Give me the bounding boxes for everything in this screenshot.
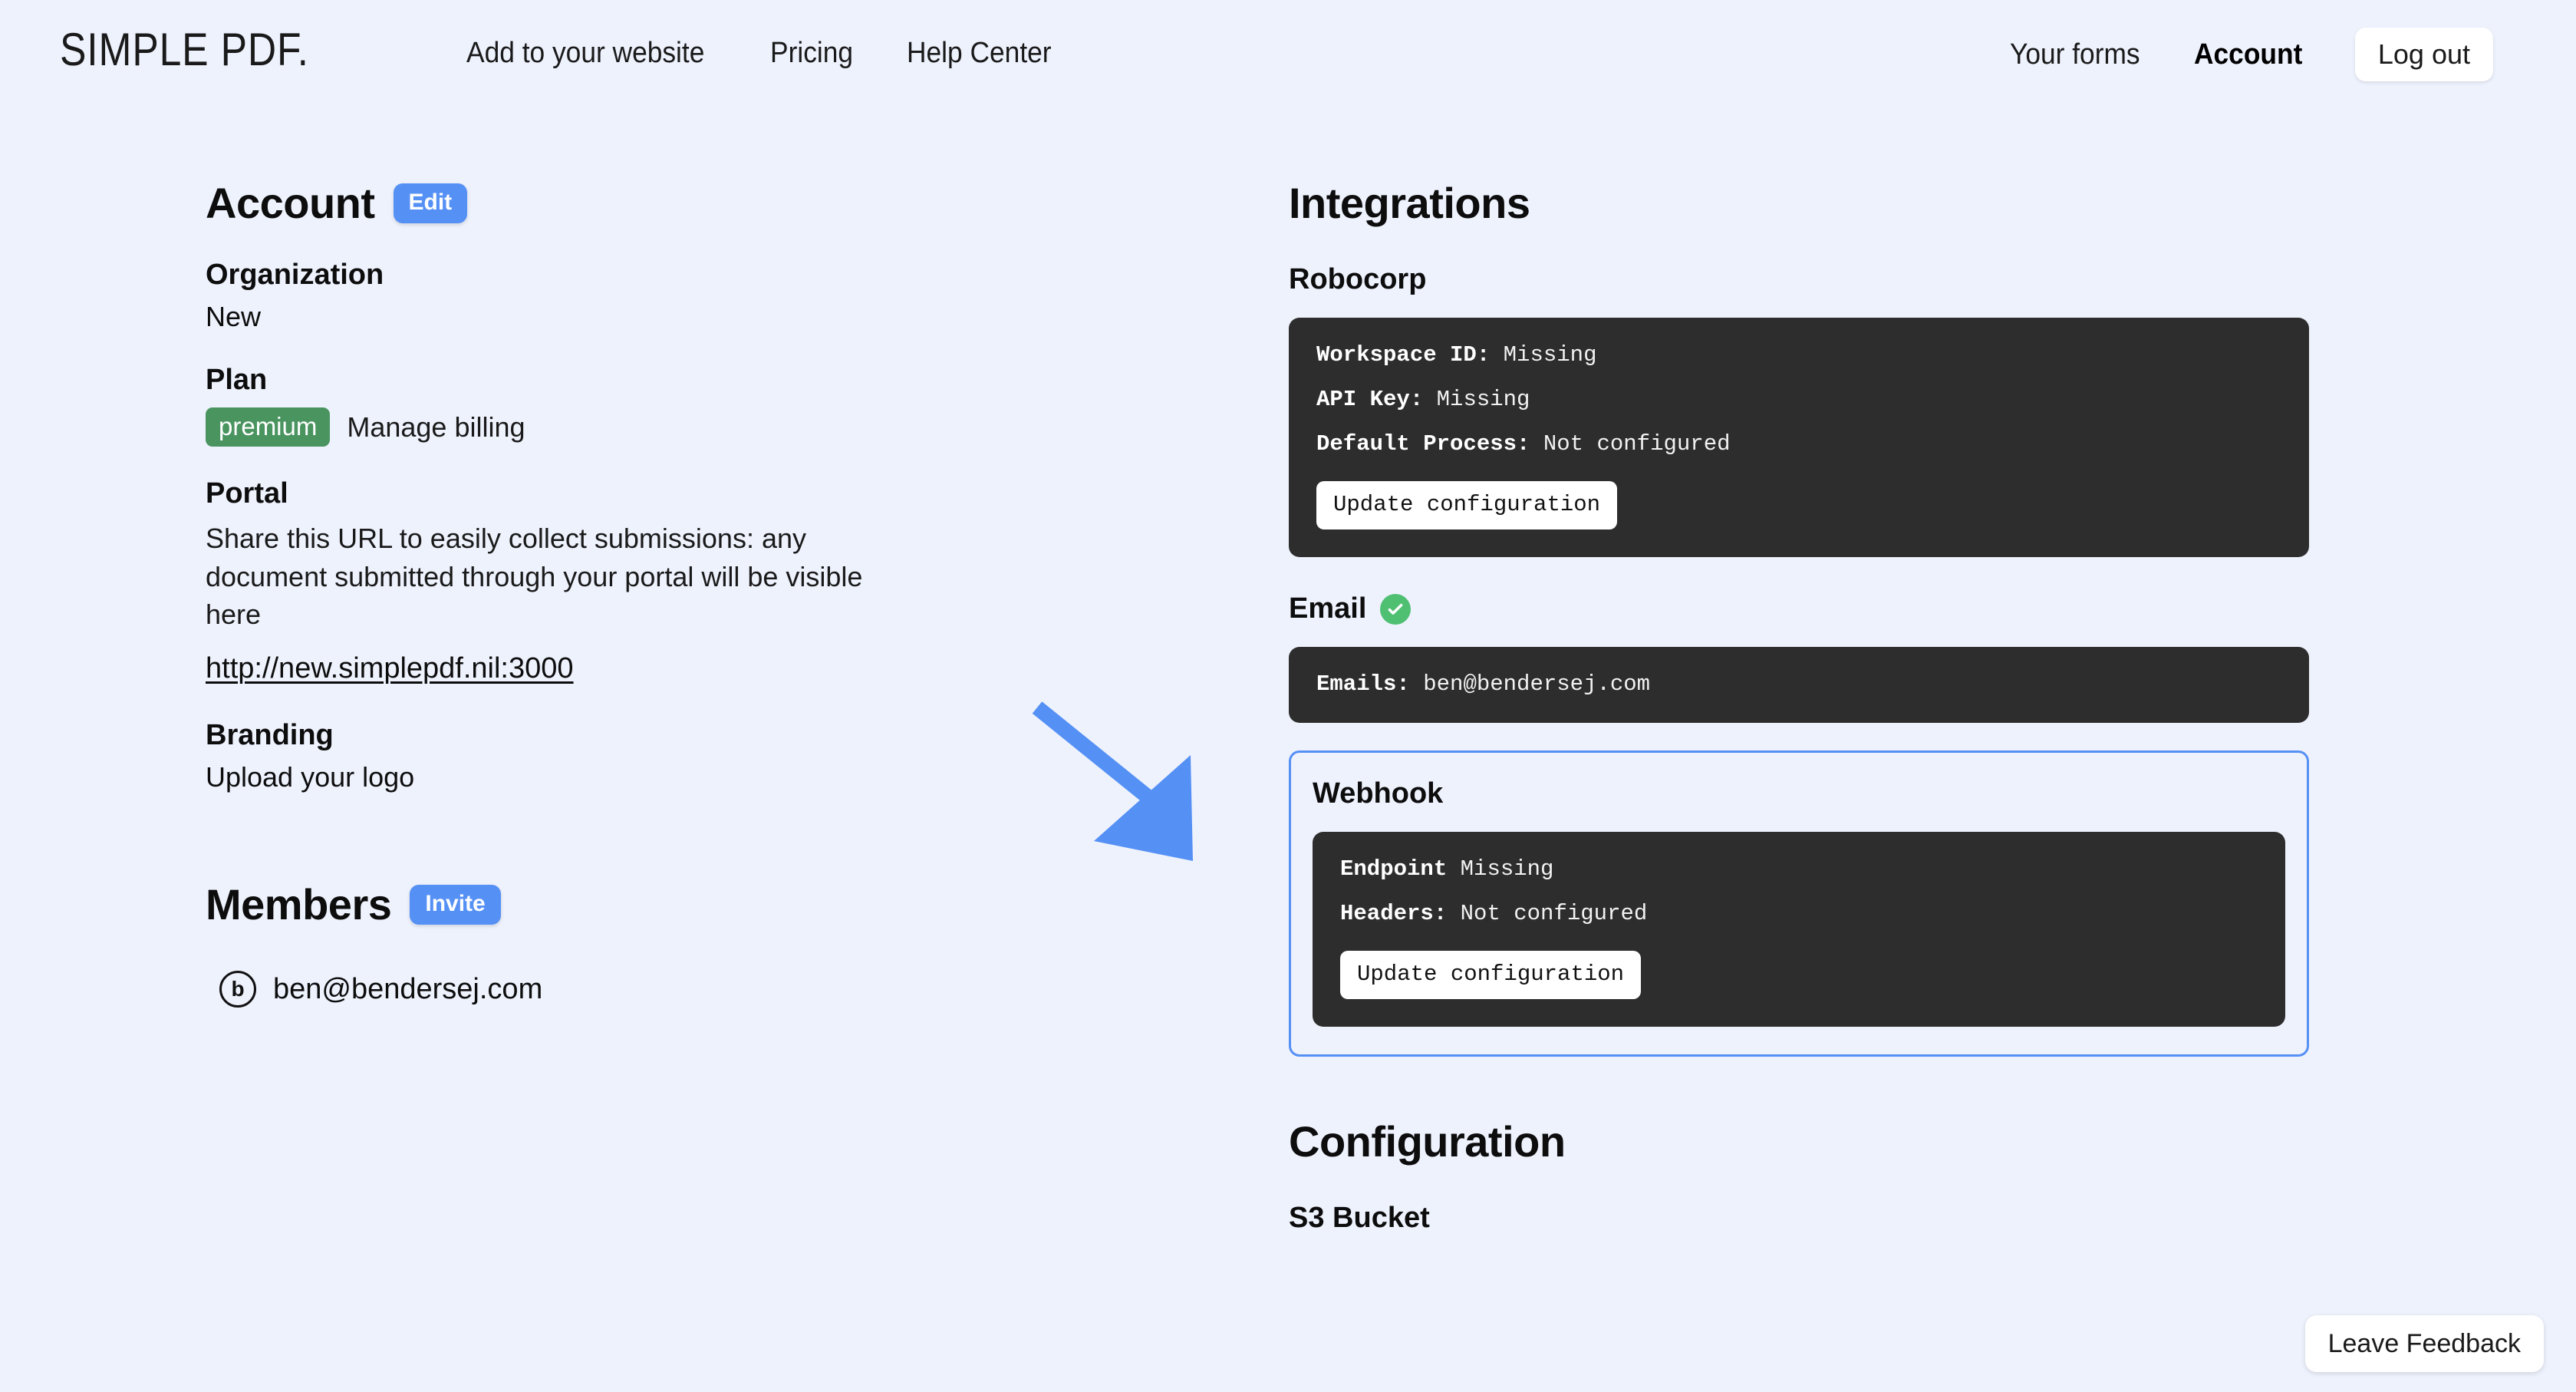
organization-label: Organization [206, 259, 384, 291]
email-row-emails: Emails: ben@bendersej.com [1316, 673, 2281, 695]
nav-item-help-center[interactable]: Help Center [907, 37, 1052, 70]
webhook-card[interactable]: Webhook Endpoint Missing Headers: Not co… [1289, 750, 2309, 1057]
leave-feedback-button[interactable]: Leave Feedback [2304, 1315, 2544, 1372]
webhook-heading: Webhook [1313, 777, 1444, 810]
webhook-row-endpoint: Endpoint Missing [1340, 858, 2258, 880]
account-section-header: Account Edit [206, 178, 1111, 228]
webhook-update-configuration-button[interactable]: Update configuration [1340, 951, 1642, 999]
plan-badge: premium [206, 407, 331, 447]
email-heading-row: Email [1289, 592, 2309, 625]
plan-field: Plan premium Manage billing [206, 364, 1111, 447]
nav-item-add-to-your-website[interactable]: Add to your website [466, 37, 704, 70]
logo[interactable]: SIMPLE PDF. [60, 23, 309, 76]
robocorp-row-api-key: API Key: Missing [1316, 388, 2281, 411]
members-section-header: Members Invite [206, 879, 1111, 929]
robocorp-row-default-process: Default Process: Not configured [1316, 433, 2281, 455]
members-title: Members [206, 880, 392, 929]
portal-field: Portal Share this URL to easily collect … [206, 477, 1111, 685]
organization-value: New [206, 301, 262, 332]
robocorp-default-process-key: Default Process: [1316, 431, 1530, 457]
email-emails-key: Emails: [1316, 671, 1410, 697]
email-config-box: Emails: ben@bendersej.com [1289, 647, 2309, 723]
logout-button[interactable]: Log out [2354, 28, 2493, 81]
plan-label: Plan [206, 364, 268, 396]
nav-item-pricing[interactable]: Pricing [770, 37, 853, 70]
s3-bucket-heading: S3 Bucket [1289, 1202, 1430, 1234]
integrations-title: Integrations [1289, 179, 1530, 227]
portal-label: Portal [206, 477, 288, 510]
webhook-row-headers: Headers: Not configured [1340, 902, 2258, 925]
webhook-endpoint-value: Missing [1460, 856, 1554, 882]
account-column: Account Edit Organization New Plan premi… [206, 178, 1111, 1008]
integrations-column: Integrations Robocorp Workspace ID: Miss… [1289, 178, 2309, 1235]
webhook-headers-key: Headers: [1340, 901, 1448, 926]
robocorp-api-key-key: API Key: [1316, 387, 1424, 412]
webhook-headers-value: Not configured [1460, 901, 1648, 926]
robocorp-config-box: Workspace ID: Missing API Key: Missing D… [1289, 318, 2309, 557]
branding-field: Branding Upload your logo [206, 719, 1111, 793]
webhook-endpoint-key: Endpoint [1340, 856, 1448, 882]
site-header: SIMPLE PDF. Add to your website Pricing … [0, 0, 2576, 115]
avatar: b [219, 971, 256, 1008]
email-emails-value: ben@bendersej.com [1423, 671, 1651, 697]
branding-label: Branding [206, 719, 334, 752]
organization-field: Organization New [206, 259, 1111, 333]
portal-description: Share this URL to easily collect submiss… [206, 523, 863, 631]
primary-nav: Add to your website Pricing Help Center [466, 37, 1062, 70]
email-heading: Email [1289, 592, 1367, 625]
robocorp-default-process-value: Not configured [1543, 431, 1731, 457]
robocorp-api-key-value: Missing [1436, 387, 1530, 412]
nav-item-account[interactable]: Account [2194, 38, 2302, 71]
webhook-config-box: Endpoint Missing Headers: Not configured… [1313, 832, 2285, 1027]
configuration-title: Configuration [1289, 1117, 1566, 1166]
invite-member-button[interactable]: Invite [410, 884, 501, 925]
robocorp-workspace-id-value: Missing [1503, 342, 1597, 368]
member-list-item[interactable]: b ben@bendersej.com [219, 971, 1111, 1008]
member-email: ben@bendersej.com [273, 972, 543, 1005]
portal-url-link[interactable]: http://new.simplepdf.nil:3000 [206, 652, 574, 685]
robocorp-workspace-id-key: Workspace ID: [1316, 342, 1491, 368]
edit-account-button[interactable]: Edit [393, 183, 468, 223]
upload-logo-link[interactable]: Upload your logo [206, 761, 1111, 793]
account-nav: Your forms Account Log out [2010, 28, 2493, 81]
robocorp-update-configuration-button[interactable]: Update configuration [1316, 481, 1618, 529]
nav-item-your-forms[interactable]: Your forms [2010, 38, 2140, 71]
plan-row: premium Manage billing [206, 407, 1111, 447]
page-title: Account [206, 179, 375, 227]
manage-billing-link[interactable]: Manage billing [347, 408, 525, 447]
robocorp-heading: Robocorp [1289, 263, 1427, 295]
robocorp-row-workspace-id: Workspace ID: Missing [1316, 344, 2281, 366]
check-circle-icon [1380, 593, 1412, 625]
